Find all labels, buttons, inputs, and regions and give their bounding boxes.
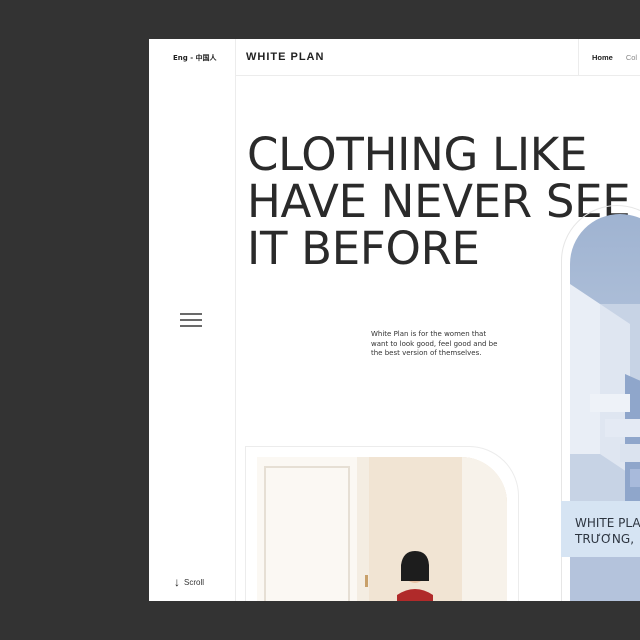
nav-home[interactable]: Home: [592, 53, 613, 62]
model-photo: [257, 457, 507, 601]
top-bar: WHITE PLAN Home Col: [235, 39, 640, 76]
language-switcher[interactable]: Eng - 中国人: [173, 53, 217, 63]
caption-line-1: WHITE PLA: [575, 516, 640, 530]
main-nav: Home Col: [578, 39, 637, 75]
arrow-down-icon: ↓: [174, 575, 180, 589]
menu-icon[interactable]: [180, 313, 202, 327]
caption-line-2: TRƯƠNG,: [575, 532, 635, 546]
caption: WHITE PLA TRƯƠNG,: [575, 515, 640, 547]
scroll-hint[interactable]: ↓ Scroll: [174, 575, 205, 589]
brand-logo[interactable]: WHITE PLAN: [246, 51, 324, 63]
page: Eng - 中国人 ↓ Scroll WHITE PLAN Home Col C…: [149, 39, 640, 601]
intro-text: White Plan is for the women that want to…: [371, 330, 498, 358]
nav-collections[interactable]: Col: [626, 53, 637, 62]
hero-line-1: CLOTHING LIKE: [247, 128, 588, 181]
hero-line-3: IT BEFORE: [247, 222, 480, 275]
left-rail: Eng - 中国人 ↓ Scroll: [149, 39, 236, 601]
scroll-label: Scroll: [184, 577, 205, 587]
